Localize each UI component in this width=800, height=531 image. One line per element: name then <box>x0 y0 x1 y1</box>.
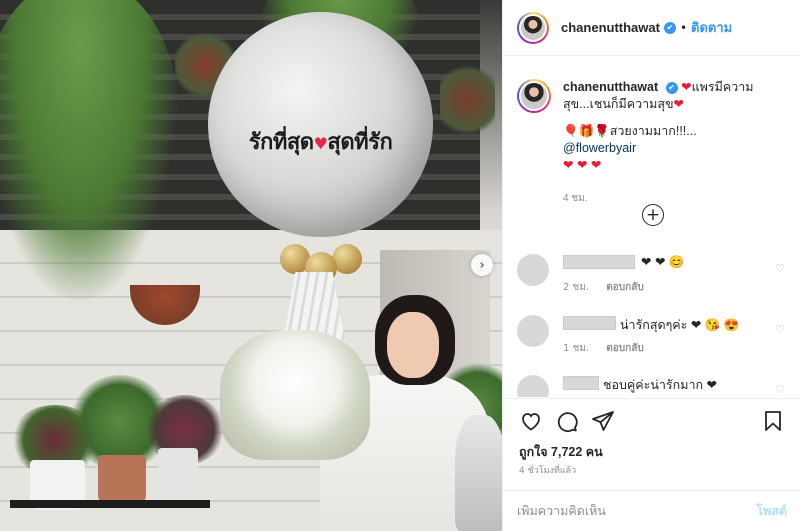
comment-bubble-icon[interactable] <box>555 409 579 433</box>
like-heart-icon[interactable] <box>519 409 543 433</box>
balloon: รักที่สุด♥สุดที่รัก <box>208 12 433 237</box>
plant-stand <box>10 500 210 508</box>
comment-meta: 1 ชม. ตอบกลับ <box>563 341 658 356</box>
save-bookmark-icon[interactable] <box>761 409 785 433</box>
plant-pot <box>98 455 146 505</box>
caption-line-2: 🎈🎁🌹สวยงามมาก!!!... @flowerbyair <box>563 123 773 157</box>
gift-emoji-icons: 🎈🎁🌹 <box>563 124 610 138</box>
flower-bouquet <box>220 330 370 460</box>
commenter-avatar[interactable] <box>517 254 549 286</box>
share-plane-icon[interactable] <box>591 409 615 433</box>
post-header: chanenutthawat ✔ • ติดตาม <box>503 0 800 56</box>
comment-time: 2 ชม. <box>563 282 590 293</box>
author-username[interactable]: chanenutthawat <box>561 20 660 35</box>
comment-item: ชอบคู่ค่ะน่ารักมาก ❤ ♡ <box>517 375 787 397</box>
person-face <box>387 312 439 378</box>
heart-emoji-icon: ❤ <box>681 80 692 94</box>
verified-badge-icon: ✔ <box>663 21 676 34</box>
post-comment-button[interactable]: โพสต์ <box>756 501 787 521</box>
post-photo[interactable]: รักที่สุด♥สุดที่รัก › <box>0 0 502 531</box>
commenter-avatar[interactable] <box>517 315 549 347</box>
balloon-text-left: รักที่สุด <box>248 130 314 155</box>
instagram-post-modal: รักที่สุด♥สุดที่รัก › chanenutthawat ✔ •… <box>0 0 800 531</box>
comment-like-icon[interactable]: ♡ <box>775 323 787 336</box>
load-more-comments-icon[interactable]: + <box>642 204 664 226</box>
wall-planter-right <box>440 60 495 140</box>
reply-button[interactable]: ตอบกลับ <box>606 343 643 354</box>
next-photo-button[interactable]: › <box>471 254 493 276</box>
caption-hearts: ❤ ❤ ❤ <box>563 158 602 172</box>
separator-dot: • <box>679 20 688 35</box>
comment-text: ❤ ❤ 😊 <box>641 255 685 269</box>
caption-text-2: สวยงามมาก!!!... <box>609 124 697 138</box>
comment-item: ❤ ❤ 😊 2 ชม. ตอบกลับ ♡ <box>517 254 787 294</box>
post-actions: ถูกใจ 7,722 คน 4 ชั่วโมงที่แล้ว <box>503 398 800 496</box>
commenter-username-redacted[interactable] <box>563 255 635 269</box>
comment-like-icon[interactable]: ♡ <box>775 383 787 396</box>
post-time: 4 ชั่วโมงที่แล้ว <box>519 466 577 476</box>
balloon-heart: ♥ <box>313 134 328 153</box>
comment-item: น่ารักสุดๆค่ะ ❤ 😘 😍 1 ชม. ตอบกลับ ♡ <box>517 315 787 355</box>
add-comment-bar: โพสต์ <box>503 490 800 531</box>
author-avatar[interactable] <box>517 11 549 44</box>
commenter-username-redacted[interactable] <box>563 316 616 330</box>
post-side-panel: chanenutthawat ✔ • ติดตาม chanenutthawat… <box>502 0 800 531</box>
balloon-text: รักที่สุด♥สุดที่รัก <box>208 124 433 159</box>
plant-pot <box>158 448 198 493</box>
commenter-username-redacted[interactable] <box>563 376 599 390</box>
comment-text: น่ารักสุดๆค่ะ ❤ 😘 😍 <box>620 318 740 332</box>
add-comment-input[interactable] <box>517 504 717 518</box>
commenter-avatar[interactable] <box>517 375 549 397</box>
caption-timestamp: 4 ชม. <box>563 193 588 204</box>
caption-avatar[interactable] <box>517 79 551 113</box>
follow-button[interactable]: ติดตาม <box>691 17 732 38</box>
heart-emoji-icon: ❤ <box>673 97 685 111</box>
caption-body: chanenutthawat ✔ ❤แพรมีความสุข...เชนก็มี… <box>563 79 773 207</box>
mention-link[interactable]: @flowerbyair <box>563 141 636 155</box>
angel-statue <box>455 415 502 531</box>
comment-like-icon[interactable]: ♡ <box>775 262 787 275</box>
caption-username[interactable]: chanenutthawat <box>563 80 658 94</box>
post-caption: chanenutthawat ✔ ❤แพรมีความสุข...เชนก็มี… <box>517 79 787 207</box>
likes-count[interactable]: ถูกใจ 7,722 คน <box>519 442 603 462</box>
comment-time: 1 ชม. <box>563 343 590 354</box>
balloon-text-right: สุดที่รัก <box>327 130 393 155</box>
verified-badge-icon: ✔ <box>665 81 678 94</box>
avatar-image <box>519 81 549 111</box>
comment-meta: 2 ชม. ตอบกลับ <box>563 280 658 295</box>
reply-button[interactable]: ตอบกลับ <box>606 282 643 293</box>
comment-text: ชอบคู่ค่ะน่ารักมาก ❤ <box>603 378 717 392</box>
comments-scroll-area[interactable]: chanenutthawat ✔ ❤แพรมีความสุข...เชนก็มี… <box>503 57 800 397</box>
caption-line-1: chanenutthawat ✔ ❤แพรมีความสุข...เชนก็มี… <box>563 79 773 113</box>
avatar-image <box>519 13 547 42</box>
